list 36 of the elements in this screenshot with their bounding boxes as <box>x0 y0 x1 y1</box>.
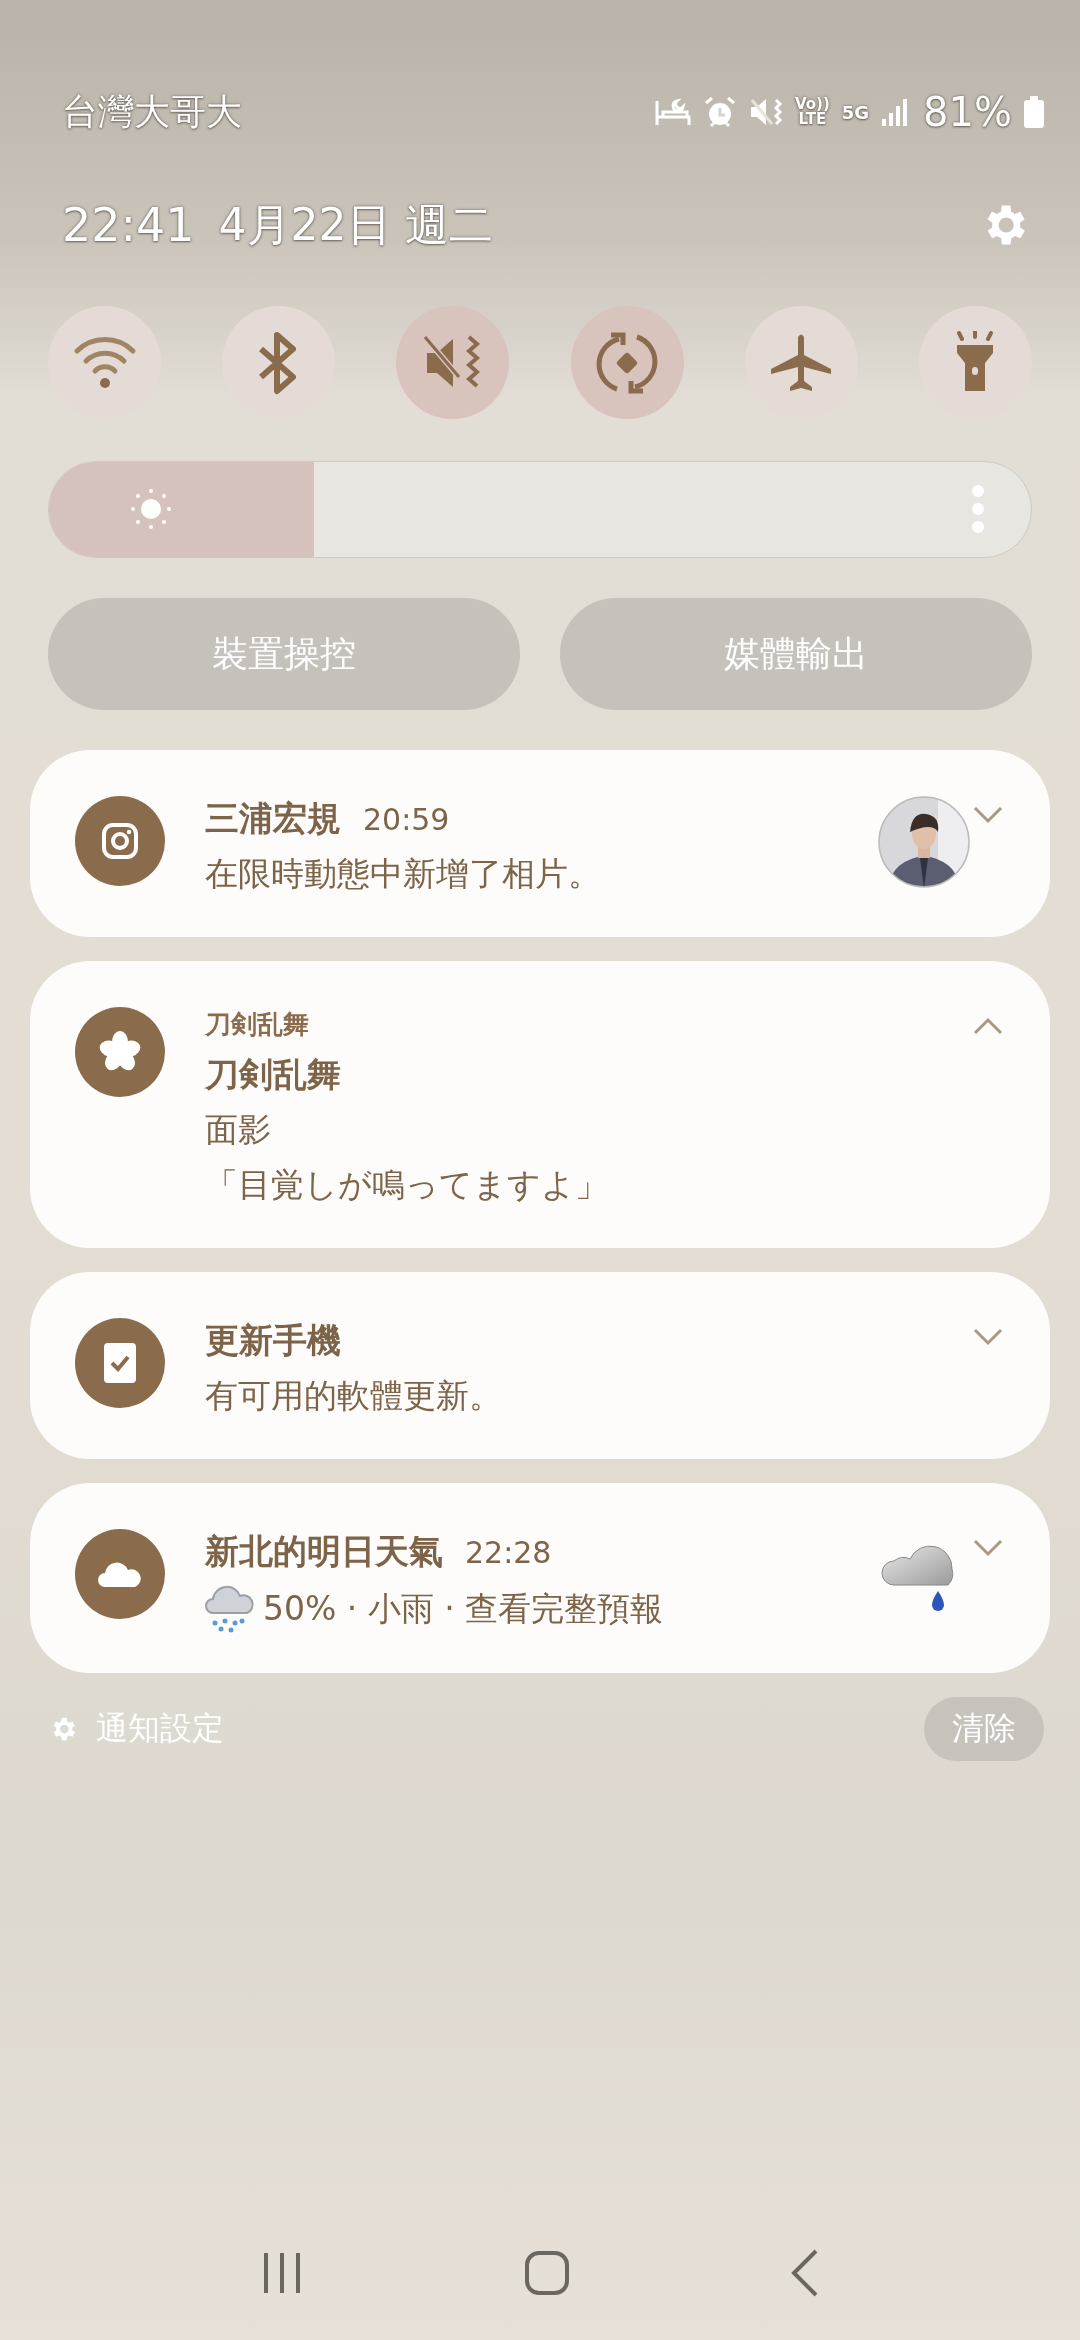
date: 4月22日 週二 <box>218 197 493 252</box>
notification-title: 刀剣乱舞 <box>205 1053 341 1096</box>
notification-time: 22:28 <box>465 1535 552 1570</box>
muted-vibrate-icon <box>748 96 783 128</box>
sun-icon <box>129 487 173 531</box>
battery-icon <box>1024 96 1044 128</box>
app-name: 刀剣乱舞 <box>205 1008 309 1041</box>
network-indicator: 5G <box>841 101 870 123</box>
notification-text: 有可用的軟體更新。 <box>205 1375 502 1417</box>
notification-title: 新北的明日天氣 <box>205 1530 443 1573</box>
back-icon[interactable] <box>790 2249 820 2297</box>
carrier-name: 台灣大哥大 <box>62 89 242 134</box>
expand-icon[interactable] <box>973 806 1003 824</box>
expand-icon[interactable] <box>973 1539 1003 1557</box>
notification-text: 面影 <box>205 1109 271 1151</box>
home-icon[interactable] <box>524 2250 570 2296</box>
notification-card[interactable]: 刀剣乱舞 刀剣乱舞 面影 「目覚しが鳴ってますよ」 <box>30 961 1050 1248</box>
clock: 22:41 <box>62 198 195 252</box>
rotate-icon <box>595 330 660 395</box>
alarm-icon <box>702 95 737 129</box>
rain-cloud-icon <box>205 1585 255 1633</box>
sleep-mode-icon <box>654 97 691 127</box>
volte-indicator: Vo)) LTE <box>794 97 830 127</box>
notification-text: 「目覚しが鳴ってますよ」 <box>205 1164 608 1206</box>
expand-icon[interactable] <box>973 1328 1003 1346</box>
notification-title: 更新手機 <box>205 1319 341 1362</box>
notification-time: 20:59 <box>363 802 450 837</box>
notification-card[interactable]: 新北的明日天氣 22:28 50% · 小雨 · 查看完整預報 <box>30 1483 1050 1673</box>
collapse-icon[interactable] <box>973 1017 1003 1035</box>
battery-percentage: 81% <box>923 89 1012 135</box>
notification-text: 在限時動態中新增了相片。 <box>205 853 601 895</box>
notification-text: 50% · 小雨 · 查看完整預報 <box>263 1587 664 1630</box>
wifi-icon <box>72 334 137 391</box>
notification-title: 三浦宏規 <box>205 797 341 840</box>
notification-card[interactable]: 更新手機 有可用的軟體更新。 <box>30 1272 1050 1459</box>
notification-card[interactable]: 三浦宏規 20:59 在限時動態中新增了相片。 <box>30 750 1050 937</box>
